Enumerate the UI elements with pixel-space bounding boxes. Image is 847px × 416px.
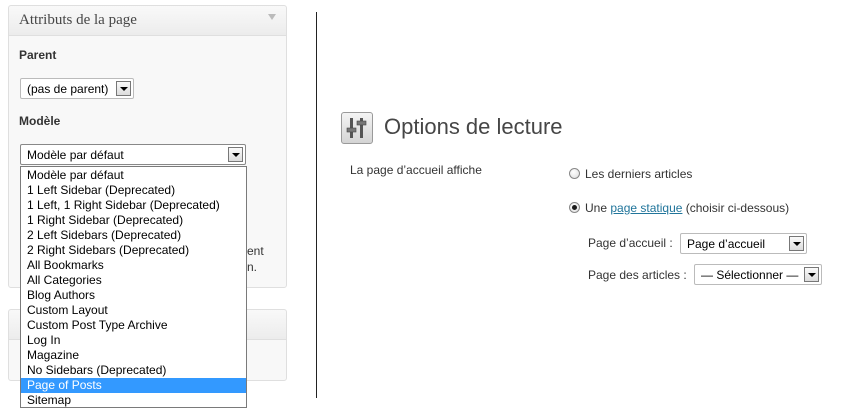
dropdown-option[interactable]: 1 Left Sidebar (Deprecated) <box>21 183 246 198</box>
posts-page-label: Page des articles : <box>588 268 687 282</box>
parent-select[interactable]: (pas de parent) <box>20 78 134 99</box>
static-suffix: (choisir ci-dessous) <box>685 201 790 215</box>
dropdown-option[interactable]: No Sidebars (Deprecated) <box>21 363 246 378</box>
collapse-arrow-icon[interactable] <box>268 14 276 20</box>
vertical-divider <box>316 12 317 398</box>
dropdown-option[interactable]: 1 Left, 1 Right Sidebar (Deprecated) <box>21 198 246 213</box>
radio-static-page[interactable] <box>569 202 580 213</box>
dropdown-option[interactable]: All Bookmarks <box>21 258 246 273</box>
posts-page-select[interactable]: — Sélectionner — <box>694 264 822 285</box>
metabox-header[interactable]: Attributs de la page <box>9 6 286 36</box>
chevron-down-icon[interactable] <box>804 267 819 282</box>
template-select[interactable]: Modèle par défaut <box>20 144 246 165</box>
parent-label: Parent <box>19 48 57 62</box>
chevron-down-icon[interactable] <box>116 81 131 96</box>
template-dropdown-list[interactable]: Modèle par défaut 1 Left Sidebar (Deprec… <box>20 166 247 408</box>
dropdown-option[interactable]: Custom Layout <box>21 303 246 318</box>
chevron-down-icon[interactable] <box>228 147 243 162</box>
homepage-select[interactable]: Page d’accueil <box>680 233 807 254</box>
radio-latest-posts[interactable] <box>569 168 580 179</box>
dropdown-option-highlighted[interactable]: Page of Posts <box>21 378 246 393</box>
page-title: Options de lecture <box>384 114 563 139</box>
template-select-value: Modèle par défaut <box>27 148 124 162</box>
parent-select-value: (pas de parent) <box>27 82 109 96</box>
radio-static-page-label: Une page statique (choisir ci-dessous) <box>585 201 789 215</box>
front-page-displays-label: La page d’accueil affiche <box>350 163 482 177</box>
dropdown-option[interactable]: Sitemap <box>21 393 246 408</box>
dropdown-option[interactable]: Log In <box>21 333 246 348</box>
settings-sliders-icon <box>341 112 373 144</box>
static-prefix: Une <box>585 201 608 215</box>
posts-page-select-value: — Sélectionner — <box>701 268 799 282</box>
dropdown-option[interactable]: Blog Authors <box>21 288 246 303</box>
dropdown-option[interactable]: Modèle par défaut <box>21 168 246 183</box>
dropdown-option[interactable]: Magazine <box>21 348 246 363</box>
static-page-link[interactable]: page statique <box>610 201 682 215</box>
dropdown-option[interactable]: 2 Right Sidebars (Deprecated) <box>21 243 246 258</box>
dropdown-option[interactable]: All Categories <box>21 273 246 288</box>
dropdown-option[interactable]: 1 Right Sidebar (Deprecated) <box>21 213 246 228</box>
homepage-select-value: Page d’accueil <box>687 237 766 251</box>
chevron-down-icon[interactable] <box>789 236 804 251</box>
template-label: Modèle <box>19 114 61 128</box>
radio-latest-posts-label: Les derniers articles <box>585 167 693 181</box>
homepage-label: Page d’accueil : <box>588 236 673 250</box>
dropdown-option[interactable]: Custom Post Type Archive <box>21 318 246 333</box>
dropdown-option[interactable]: 2 Left Sidebars (Deprecated) <box>21 228 246 243</box>
partial-text-2: n. <box>247 260 258 274</box>
metabox-title: Attributs de la page <box>19 12 137 28</box>
partial-text-1: ent <box>247 244 264 258</box>
